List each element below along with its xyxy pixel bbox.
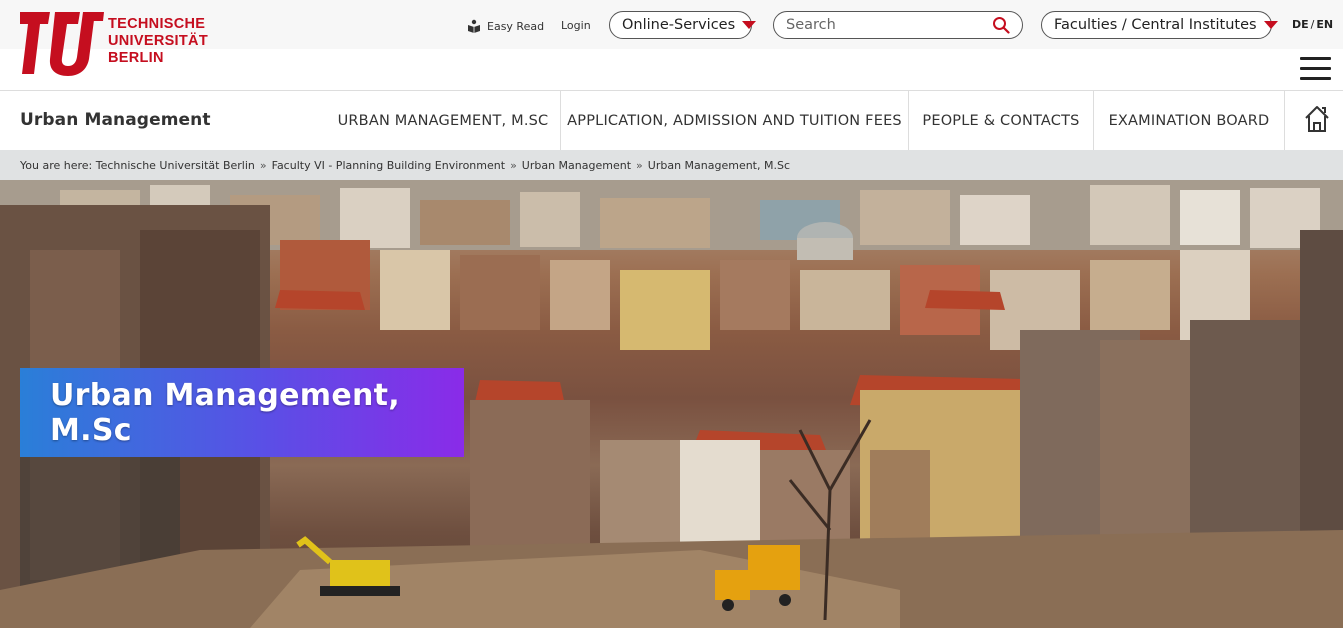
nav-item-application-admission[interactable]: APPLICATION, ADMISSION AND TUITION FEES: [561, 91, 908, 150]
search-input[interactable]: Search: [773, 11, 1023, 39]
faculties-dropdown[interactable]: Faculties / Central Institutes: [1041, 11, 1278, 39]
caret-down-icon: [1263, 21, 1278, 29]
online-services-label: Online-Services: [622, 17, 736, 33]
search-icon[interactable]: [992, 16, 1010, 34]
breadcrumb-separator: »: [259, 158, 267, 172]
easy-read-label: Easy Read: [487, 19, 545, 33]
site-title-link[interactable]: Urban Management: [20, 110, 211, 130]
caret-down-icon: [742, 21, 757, 29]
lang-en-link[interactable]: EN: [1316, 18, 1333, 31]
search-placeholder: Search: [786, 17, 836, 33]
home-icon[interactable]: [1304, 105, 1330, 133]
tu-berlin-logo-link[interactable]: TECHNISCHE UNIVERSITÄT BERLIN: [20, 12, 210, 76]
menu-bar: [1300, 57, 1331, 60]
breadcrumb-item-urban-management[interactable]: Urban Management: [522, 159, 631, 172]
login-link[interactable]: Login: [561, 18, 591, 34]
breadcrumb-prefix: You are here:: [20, 158, 93, 172]
nav-item-examination-board[interactable]: EXAMINATION BOARD: [1094, 91, 1284, 150]
breadcrumb-item-tu-berlin[interactable]: Technische Universität Berlin: [96, 159, 255, 172]
tu-logo-wordmark: TECHNISCHE UNIVERSITÄT BERLIN: [108, 16, 208, 67]
easy-read-link[interactable]: Easy Read: [467, 18, 544, 34]
menu-bar: [1300, 77, 1331, 80]
online-services-dropdown[interactable]: Online-Services: [609, 11, 757, 39]
lang-separator: /: [1310, 18, 1315, 31]
tu-logo-icon: [20, 12, 104, 76]
breadcrumb-item-current: Urban Management, M.Sc: [647, 158, 791, 172]
faculties-label: Faculties / Central Institutes: [1054, 17, 1257, 33]
logo-line-2: UNIVERSITÄT: [108, 33, 208, 49]
logo-line-3: BERLIN: [108, 50, 164, 66]
logo-line-1: TECHNISCHE: [108, 16, 206, 32]
nav-item-urban-management-msc[interactable]: URBAN MANAGEMENT, M.SC: [326, 91, 560, 150]
breadcrumb: You are here: Technische Universität Ber…: [0, 150, 1343, 180]
easy-read-icon: [468, 19, 480, 33]
language-switcher: DE / EN: [1292, 18, 1333, 31]
breadcrumb-separator: »: [510, 158, 517, 172]
top-header: TECHNISCHE UNIVERSITÄT BERLIN Easy Read …: [0, 0, 1343, 90]
hamburger-menu-icon[interactable]: [1300, 55, 1331, 81]
menu-bar: [1300, 67, 1331, 70]
lang-de-link[interactable]: DE: [1292, 18, 1309, 31]
nav-divider: [1284, 91, 1285, 150]
breadcrumb-separator: »: [636, 158, 643, 172]
breadcrumb-item-faculty-vi[interactable]: Faculty VI - Planning Building Environme…: [272, 159, 505, 172]
page-title: Urban Management, M.Sc: [20, 368, 464, 457]
nav-item-people-contacts[interactable]: PEOPLE & CONTACTS: [909, 91, 1093, 150]
main-navigation: Urban Management URBAN MANAGEMENT, M.SC …: [0, 90, 1343, 150]
